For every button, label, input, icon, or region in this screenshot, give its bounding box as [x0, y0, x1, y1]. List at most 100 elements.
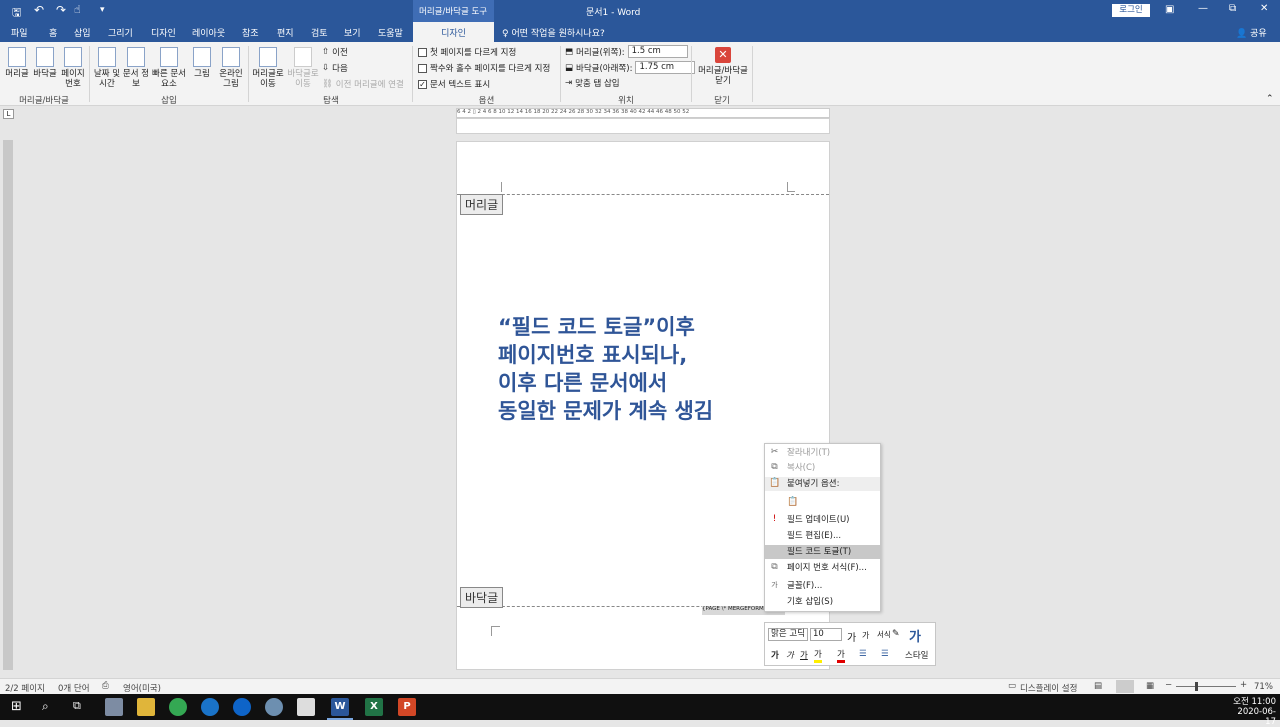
header-button[interactable]: 머리글: [3, 47, 31, 79]
footer-button[interactable]: 바닥글: [31, 47, 59, 79]
goto-footer-button[interactable]: 바닥글로 이동: [286, 47, 320, 89]
word-icon[interactable]: W: [331, 698, 349, 716]
web-layout-icon[interactable]: ▦: [1146, 681, 1154, 691]
app-icon[interactable]: [265, 698, 283, 716]
minimize-button[interactable]: —: [1198, 3, 1208, 14]
quick-parts-button[interactable]: 빠른 문서 요소: [150, 47, 188, 89]
tab-6[interactable]: 참조: [242, 26, 259, 39]
proofing-icon[interactable]: ⎙: [102, 681, 109, 691]
font-color-button[interactable]: 가: [837, 648, 845, 663]
menu-item-copy[interactable]: ⧉ 복사(C): [765, 461, 880, 475]
language[interactable]: 영어(미국): [123, 682, 161, 694]
display-settings[interactable]: 디스플레이 설정: [1020, 682, 1077, 694]
numbering-button[interactable]: ☰: [881, 649, 889, 659]
styles-button[interactable]: 스타일: [905, 649, 928, 661]
picture-button[interactable]: 그림: [189, 47, 215, 79]
touch-mode-icon[interactable]: ☝: [74, 3, 81, 16]
zoom-slider-thumb[interactable]: [1195, 682, 1198, 691]
menu-item-cut[interactable]: ✂ 잘라내기(T): [765, 446, 880, 460]
page-number-button[interactable]: 페이지 번호: [59, 47, 87, 89]
tab-5[interactable]: 레이아웃: [192, 26, 225, 39]
tab-3[interactable]: 그리기: [108, 26, 133, 39]
menu-item-font[interactable]: 가 글꼴(F)...: [765, 579, 880, 593]
excel-icon[interactable]: X: [365, 698, 383, 716]
tab-0[interactable]: 파일: [11, 26, 28, 39]
tab-9[interactable]: 보기: [344, 26, 361, 39]
tab-design-active[interactable]: 디자인: [413, 22, 494, 42]
previous-button[interactable]: ⇧ 이전: [322, 46, 348, 58]
login-button[interactable]: 로그인: [1112, 4, 1150, 17]
format-painter-button[interactable]: 서식: [877, 629, 891, 640]
app-icon[interactable]: [297, 698, 315, 716]
header-top-input[interactable]: 1.5 cm: [627, 45, 688, 58]
link-previous-button[interactable]: ⛓ 이전 머리글에 연결: [322, 78, 404, 90]
tell-me-search[interactable]: ♀ 어떤 작업을 원하시나요?: [502, 26, 605, 39]
file-explorer-icon[interactable]: [137, 698, 155, 716]
menu-item-insert-symbol[interactable]: 기호 삽입(S): [765, 595, 880, 609]
grow-font-button[interactable]: 가: [847, 629, 856, 644]
tab-selector[interactable]: L: [3, 109, 14, 119]
menu-item-paste-keep[interactable]: 📋: [765, 494, 880, 512]
zoom-in-button[interactable]: +: [1240, 680, 1247, 690]
tab-7[interactable]: 편지: [277, 26, 294, 39]
highlight-button[interactable]: 가: [814, 648, 822, 663]
tab-10[interactable]: 도움말: [378, 26, 403, 39]
share-button[interactable]: 👤 공유: [1236, 26, 1267, 39]
align-tab-button[interactable]: ⇥ 맞춤 탭 삽입: [565, 77, 620, 89]
vertical-ruler[interactable]: [3, 140, 13, 670]
tab-1[interactable]: 홈: [49, 26, 57, 39]
bold-button[interactable]: 가: [771, 649, 779, 661]
collapse-ribbon-icon[interactable]: ⌃: [1266, 94, 1274, 104]
ribbon-display-options-icon[interactable]: ▣: [1165, 4, 1174, 15]
search-icon[interactable]: ⌕: [42, 699, 49, 714]
ie-icon[interactable]: [201, 698, 219, 716]
customize-qat-icon[interactable]: ▾: [100, 5, 105, 15]
footer-bottom-input[interactable]: 1.75 cm: [635, 61, 696, 74]
task-view-icon[interactable]: ⧉: [73, 699, 81, 713]
styles-icon[interactable]: 가: [909, 626, 921, 645]
word-count[interactable]: 0개 단어: [58, 682, 90, 694]
font-name-box[interactable]: 맑은 고딕: [768, 628, 808, 641]
windows-start-icon[interactable]: ⊞: [11, 699, 22, 714]
zoom-level[interactable]: 71%: [1254, 682, 1273, 692]
page-count[interactable]: 2/2 페이지: [5, 682, 45, 694]
display-settings-icon[interactable]: ▭: [1008, 681, 1016, 691]
tab-8[interactable]: 검토: [311, 26, 328, 39]
edge-icon[interactable]: [233, 698, 251, 716]
redo-icon[interactable]: ↷: [56, 3, 66, 17]
menu-item-update-field[interactable]: ! 필드 업데이트(U): [765, 513, 880, 527]
odd-even-checkbox[interactable]: 짝수와 홀수 페이지를 다르게 지정: [418, 62, 550, 74]
read-mode-icon[interactable]: ▤: [1094, 681, 1102, 691]
date-time-button[interactable]: 날짜 및 시간: [93, 47, 121, 89]
shrink-font-button[interactable]: 가: [862, 630, 869, 641]
doc-info-button[interactable]: 문서 정보: [122, 47, 150, 89]
underline-button[interactable]: 가: [800, 649, 808, 661]
first-page-checkbox[interactable]: 첫 페이지를 다르게 지정: [418, 46, 516, 58]
online-picture-button[interactable]: 온라인 그림: [216, 47, 246, 89]
clock-time[interactable]: 오전 11:00: [1232, 695, 1276, 707]
undo-icon[interactable]: ↶: [34, 3, 44, 17]
app-icon[interactable]: [105, 698, 123, 716]
clock-date[interactable]: 2020-06-17: [1228, 707, 1276, 727]
tab-2[interactable]: 삽입: [74, 26, 91, 39]
chrome-icon[interactable]: [169, 698, 187, 716]
next-button[interactable]: ⇩ 다음: [322, 62, 348, 74]
close-window-button[interactable]: ✕: [1260, 3, 1268, 14]
zoom-out-button[interactable]: −: [1165, 680, 1172, 690]
italic-button[interactable]: 가: [786, 649, 794, 661]
menu-item-page-number-format[interactable]: ⧉ 페이지 번호 서식(F)...: [765, 561, 880, 575]
tab-4[interactable]: 디자인: [151, 26, 176, 39]
restore-button[interactable]: ⧉: [1229, 3, 1236, 14]
menu-item-toggle-field-codes[interactable]: 필드 코드 토글(T): [765, 545, 880, 559]
goto-header-button[interactable]: 머리글로 이동: [251, 47, 285, 89]
powerpoint-icon[interactable]: P: [398, 698, 416, 716]
horizontal-ruler[interactable]: 6 4 2 ▯ 2 4 6 8 10 12 14 16 18 20 22 24 …: [456, 108, 830, 118]
save-icon[interactable]: 🖫: [12, 4, 21, 23]
font-size-box[interactable]: 10: [810, 628, 842, 641]
print-layout-icon[interactable]: [1116, 680, 1134, 693]
brush-icon[interactable]: ✎: [892, 629, 900, 639]
show-text-checkbox[interactable]: ✓ 문서 텍스트 표시: [418, 78, 490, 90]
close-header-footer-button[interactable]: ✕ 머리글/바닥글 닫기: [695, 47, 751, 86]
menu-item-edit-field[interactable]: 필드 편집(E)...: [765, 529, 880, 543]
bullets-button[interactable]: ☰: [859, 649, 867, 659]
